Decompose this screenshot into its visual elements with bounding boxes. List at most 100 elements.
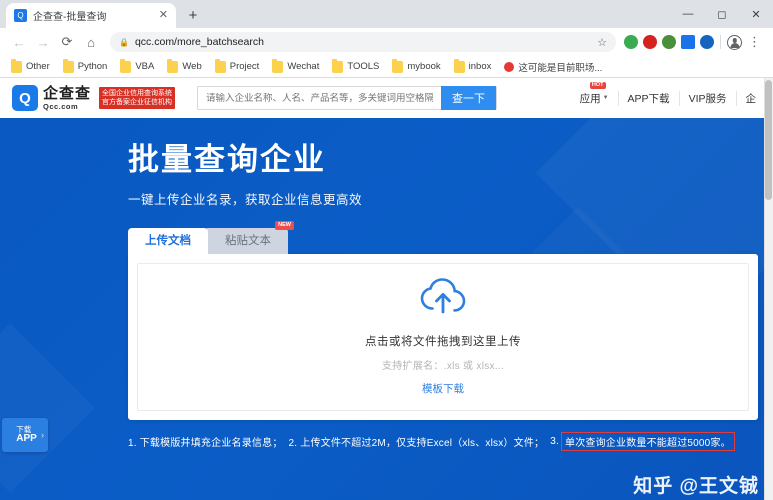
browser-tab[interactable]: Q 企查查-批量查询 ✕ [6,3,176,28]
bookmark-item[interactable]: Project [210,59,265,74]
nav-item-label: 应用 [579,92,601,105]
site-top-nav: HOT 应用 ▼ APP下载 VIP服务 企 [571,81,766,106]
extensions-area [624,35,714,49]
url-text: qcc.com/more_batchsearch [134,36,264,48]
bookmark-item[interactable]: mybook [387,59,445,74]
blue-square-extension-icon[interactable] [681,35,695,49]
dropzone-sub-text: 支持扩展名：.xls 或 xlsx... [381,360,505,372]
qcc-favicon-icon: Q [14,9,27,22]
note-item-1: 1. 下载模版并填充企业名录信息； [128,437,283,449]
tab-strip: Q 企查查-批量查询 ✕ + — ◻ ✕ [0,0,773,28]
home-icon[interactable]: ⌂ [80,31,102,53]
search-button[interactable]: 查一下 [441,86,497,110]
search-input[interactable] [198,92,442,104]
bookmark-label: Python [77,61,108,72]
close-tab-icon[interactable]: ✕ [159,10,168,21]
forward-icon[interactable]: → [32,31,54,53]
logo-domain-text: Qcc.com [43,101,79,111]
qcc-logo-icon: Q [12,85,38,111]
tab-title: 企查查-批量查询 [33,12,107,23]
close-window-button[interactable]: ✕ [739,0,773,28]
scrollbar-thumb[interactable] [765,80,772,200]
toolbar-divider [720,35,721,49]
folder-icon [392,59,404,73]
upload-tabs: 上传文档 NEW 粘贴文本 [128,221,773,254]
new-tab-button[interactable]: + [182,4,204,26]
certification-badge: 全国企业信用查询系统 官方备案企业征信机构 [99,86,176,110]
hot-badge: HOT [589,81,606,89]
bookmark-item[interactable]: Python [58,59,113,74]
nav-item-label: APP下载 [627,92,670,105]
bookmark-label: 这可能是目前职场... [518,62,603,74]
nav-item-app-download[interactable]: APP下载 [617,90,679,106]
globe-extension-icon[interactable] [662,35,676,49]
lock-icon: 🔒 [119,37,129,47]
folder-icon [62,59,74,73]
tab-label: 粘贴文本 [225,235,271,247]
maximize-button[interactable]: ◻ [705,0,739,28]
file-dropzone[interactable]: 点击或将文件拖拽到这里上传 支持扩展名：.xls 或 xlsx... 模板下载 [137,262,749,411]
nav-item-enterprise[interactable]: 企 [735,90,766,106]
bookmark-item[interactable]: Other [6,59,55,74]
page-content: Q 企查查 Qcc.com 全国企业信用查询系统 官方备案企业征信机构 查一下 … [0,78,773,500]
folder-icon [214,59,226,73]
decor-shape [0,323,95,493]
cloud-upload-icon [419,277,467,319]
bookmark-label: VBA [135,61,155,72]
bookmark-label: Other [26,61,50,72]
back-icon[interactable]: ← [8,31,30,53]
bookmarks-bar: Other Python VBA Web Project Wechat TOOL… [0,56,773,78]
browser-menu-icon[interactable]: ⋮ [744,34,765,50]
usage-notes: 1. 下载模版并填充企业名录信息； 2. 上传文件不超过2M，仅支持Excel（… [128,431,773,451]
note-item-2: 2. 上传文件不超过2M，仅支持Excel（xls、xlsx）文件； [288,437,545,449]
nav-item-vip[interactable]: VIP服务 [678,90,736,106]
bookmark-label: Project [229,61,260,72]
address-bar[interactable]: 🔒 qcc.com/more_batchsearch ☆ [110,32,616,52]
site-search-box: 查一下 [197,86,498,110]
nav-item-apps[interactable]: HOT 应用 ▼ [571,81,618,106]
nav-item-label: VIP服务 [688,92,727,105]
cert-line-1: 全国企业信用查询系统 [102,89,173,97]
site-header: Q 企查查 Qcc.com 全国企业信用查询系统 官方备案企业征信机构 查一下 … [0,78,773,118]
page-scrollbar[interactable] [764,78,773,500]
chevron-down-icon: ▼ [602,95,609,101]
bookmark-label: Wechat [287,61,320,72]
reload-icon[interactable]: ⟳ [56,31,78,53]
bookmark-item[interactable]: Wechat [267,59,324,74]
logo-chinese-text: 企查查 [43,84,92,102]
bookmark-label: mybook [407,61,441,72]
app-download-float-button[interactable]: 下载 APP › [2,418,48,452]
folder-icon [11,59,22,73]
folder-icon [272,59,284,73]
template-download-link[interactable]: 模板下载 [422,381,464,396]
tab-paste-text[interactable]: NEW 粘贴文本 [204,221,294,254]
bookmark-item[interactable]: VBA [115,59,159,74]
evernote-extension-icon[interactable] [624,35,638,49]
folder-icon [167,59,179,73]
page-subtitle: 一键上传企业名录，获取企业信息更高效 [128,193,363,207]
cert-line-2: 官方备案企业征信机构 [102,99,173,106]
profile-avatar[interactable] [727,34,742,50]
minimize-button[interactable]: — [671,0,705,28]
folder-icon [332,59,344,73]
opera-extension-icon[interactable] [643,35,657,49]
hero-section: 批量查询企业 一键上传企业名录，获取企业信息更高效 上传文档 NEW 粘贴文本 [0,118,773,500]
bookmark-item[interactable]: 这可能是目前职场... [499,59,607,75]
browser-toolbar: ← → ⟳ ⌂ 🔒 qcc.com/more_batchsearch ☆ ⋮ [0,28,773,56]
watermark-text: 知乎 @王文铖 [633,476,759,497]
dropzone-main-text: 点击或将文件拖拽到这里上传 [365,335,521,348]
bookmark-item[interactable]: inbox [449,59,497,74]
link-icon [504,61,515,72]
nav-item-label: 企 [745,92,757,105]
note-item-3-highlight: 单次查询企业数量不能超过5000家。 [561,431,735,451]
tab-upload-document[interactable]: 上传文档 [128,228,208,254]
bookmark-item[interactable]: TOOLS [327,59,384,74]
bookmark-item[interactable]: Web [162,59,206,74]
browser-window: Q 企查查-批量查询 ✕ + — ◻ ✕ ← → ⟳ ⌂ 🔒 qcc.com/m… [0,0,773,500]
new-badge: NEW [275,221,294,230]
site-logo[interactable]: Q 企查查 Qcc.com [12,85,91,111]
bookmark-label: inbox [468,61,492,72]
blue-circle-extension-icon[interactable] [700,35,714,49]
bookmark-star-icon[interactable]: ☆ [597,36,607,49]
bookmark-label: TOOLS [347,61,380,72]
